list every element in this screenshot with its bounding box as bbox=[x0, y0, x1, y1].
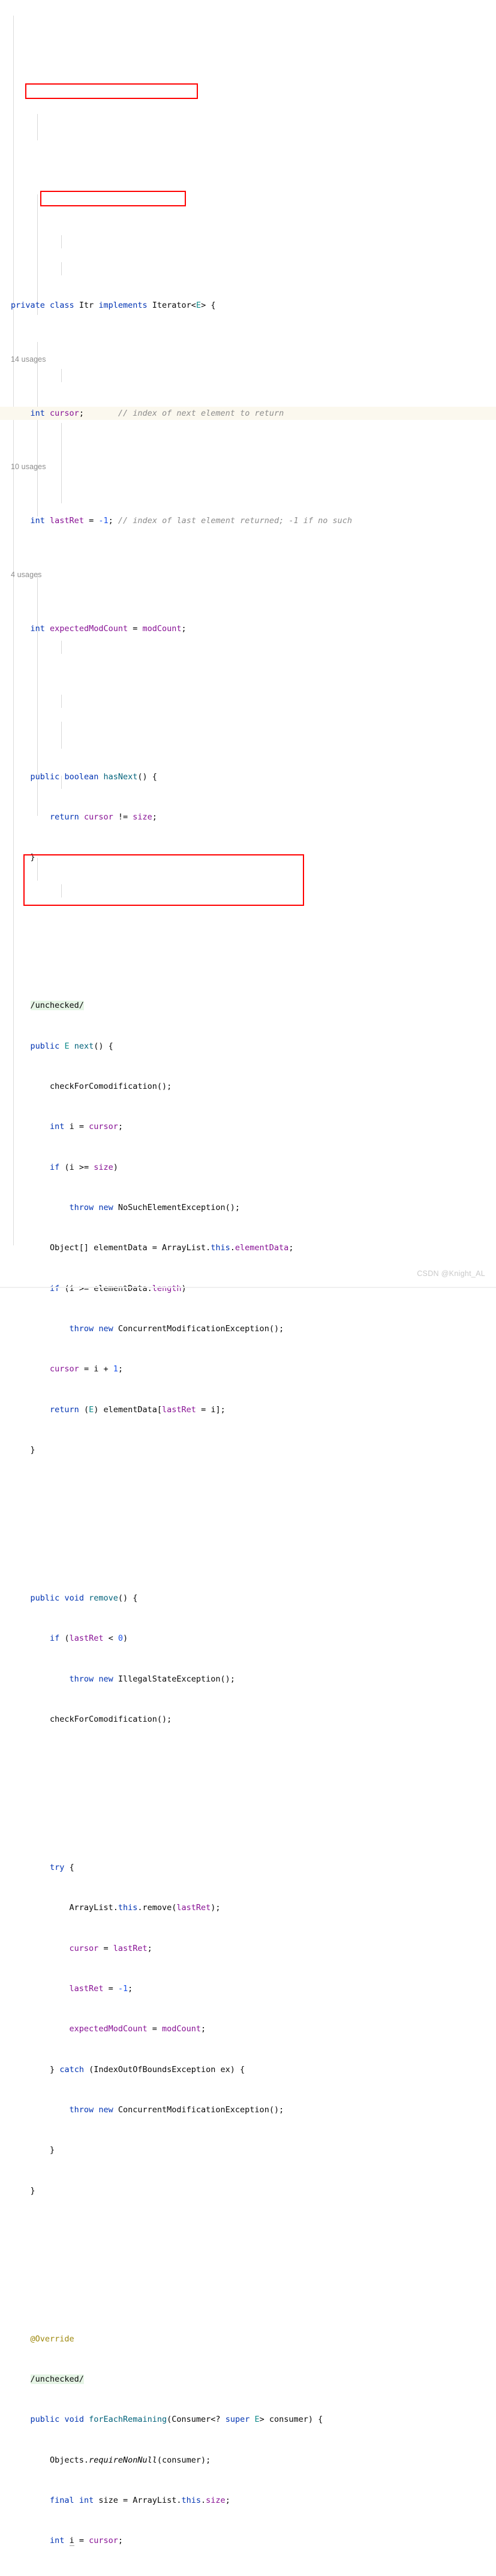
code-line[interactable]: Objects.requireNonNull(consumer); bbox=[0, 2454, 496, 2467]
code-line-blank[interactable] bbox=[0, 1538, 496, 1551]
code-line[interactable]: cursor = i + 1; bbox=[0, 1362, 496, 1376]
code-line[interactable]: private class Itr implements Iterator<E>… bbox=[0, 299, 496, 312]
indent-guide bbox=[61, 423, 62, 490]
code-line[interactable]: } bbox=[0, 1443, 496, 1457]
code-line[interactable]: throw new IllegalStateException(); bbox=[0, 1673, 496, 1686]
indent-guide bbox=[61, 369, 62, 382]
code-line-blank[interactable] bbox=[0, 676, 496, 689]
code-line[interactable]: throw new ConcurrentModificationExceptio… bbox=[0, 1322, 496, 1335]
code-line[interactable]: final int size = ArrayList.this.size; bbox=[0, 2494, 496, 2507]
code-line[interactable]: public void forEachRemaining(Consumer<? … bbox=[0, 2413, 496, 2426]
indent-guide bbox=[61, 641, 62, 654]
code-line[interactable]: } bbox=[0, 2143, 496, 2157]
code-line-inspection[interactable]: /unchecked/ bbox=[0, 2373, 496, 2386]
usages-hint-expected-mod-count[interactable]: 4 usages bbox=[0, 568, 496, 581]
indent-guide bbox=[37, 194, 38, 315]
source-code[interactable]: private class Itr implements Iterator<E>… bbox=[0, 0, 496, 2576]
usages-hint-cursor[interactable]: 14 usages bbox=[0, 353, 496, 366]
code-editor-pane[interactable]: private class Itr implements Iterator<E>… bbox=[0, 0, 496, 2547]
code-line[interactable]: throw new ConcurrentModificationExceptio… bbox=[0, 2103, 496, 2116]
code-line[interactable]: } bbox=[0, 2184, 496, 2197]
code-line[interactable]: int i = cursor; bbox=[0, 1120, 496, 1133]
code-line-blank[interactable] bbox=[0, 1807, 496, 1820]
code-line-blank[interactable] bbox=[0, 2278, 496, 2292]
code-line[interactable]: cursor = lastRet; bbox=[0, 1942, 496, 1955]
code-line[interactable]: public void remove() { bbox=[0, 1592, 496, 1605]
code-line-blank[interactable] bbox=[0, 2238, 496, 2251]
code-line-blank[interactable] bbox=[0, 905, 496, 918]
code-line-blank[interactable] bbox=[0, 1497, 496, 1511]
indent-guide bbox=[37, 342, 38, 517]
code-line[interactable]: int i = cursor; bbox=[0, 2534, 496, 2547]
code-line[interactable]: } catch (IndexOutOfBoundsException ex) { bbox=[0, 2063, 496, 2076]
code-line[interactable]: } bbox=[0, 851, 496, 864]
code-line[interactable]: if (lastRet < 0) bbox=[0, 1632, 496, 1645]
code-line[interactable]: lastRet = -1; bbox=[0, 1982, 496, 1995]
code-line[interactable]: public E next() { bbox=[0, 1040, 496, 1053]
indent-guide bbox=[37, 114, 38, 140]
watermark-text: CSDN @Knight_AL bbox=[417, 1269, 485, 1278]
indent-guide bbox=[61, 884, 62, 897]
code-line[interactable]: if (i >= size) { bbox=[0, 2575, 496, 2576]
usages-hint-last-ret[interactable]: 10 usages bbox=[0, 460, 496, 473]
indent-guide bbox=[61, 262, 62, 275]
indent-guide bbox=[61, 490, 62, 503]
code-line[interactable]: int expectedModCount = modCount; bbox=[0, 622, 496, 635]
code-line[interactable]: Object[] elementData = ArrayList.this.el… bbox=[0, 1241, 496, 1254]
code-line[interactable]: throw new NoSuchElementException(); bbox=[0, 1201, 496, 1214]
indent-guide bbox=[61, 695, 62, 708]
code-line-inspection[interactable]: /unchecked/ bbox=[0, 999, 496, 1012]
code-line-blank[interactable] bbox=[0, 945, 496, 959]
code-line[interactable]: checkForComodification(); bbox=[0, 1713, 496, 1726]
code-line[interactable]: if (i >= elementData.length) bbox=[0, 1282, 496, 1295]
code-line[interactable]: int cursor; // index of next element to … bbox=[0, 406, 496, 420]
code-line[interactable]: expectedModCount = modCount; bbox=[0, 2022, 496, 2035]
indent-guide bbox=[61, 235, 62, 248]
code-line-annotation[interactable]: @Override bbox=[0, 2332, 496, 2346]
code-line-blank[interactable] bbox=[0, 1767, 496, 1780]
code-line[interactable]: return cursor != size; bbox=[0, 810, 496, 824]
code-line-blank[interactable] bbox=[0, 716, 496, 729]
code-line[interactable]: return (E) elementData[lastRet = i]; bbox=[0, 1403, 496, 1416]
code-line[interactable]: checkForComodification(); bbox=[0, 1080, 496, 1093]
code-line[interactable]: ArrayList.this.remove(lastRet); bbox=[0, 1901, 496, 1914]
code-line[interactable]: int lastRet = -1; // index of last eleme… bbox=[0, 514, 496, 527]
code-line[interactable]: if (i >= size) bbox=[0, 1161, 496, 1174]
code-line[interactable]: try { bbox=[0, 1861, 496, 1874]
code-line[interactable]: public boolean hasNext() { bbox=[0, 770, 496, 783]
